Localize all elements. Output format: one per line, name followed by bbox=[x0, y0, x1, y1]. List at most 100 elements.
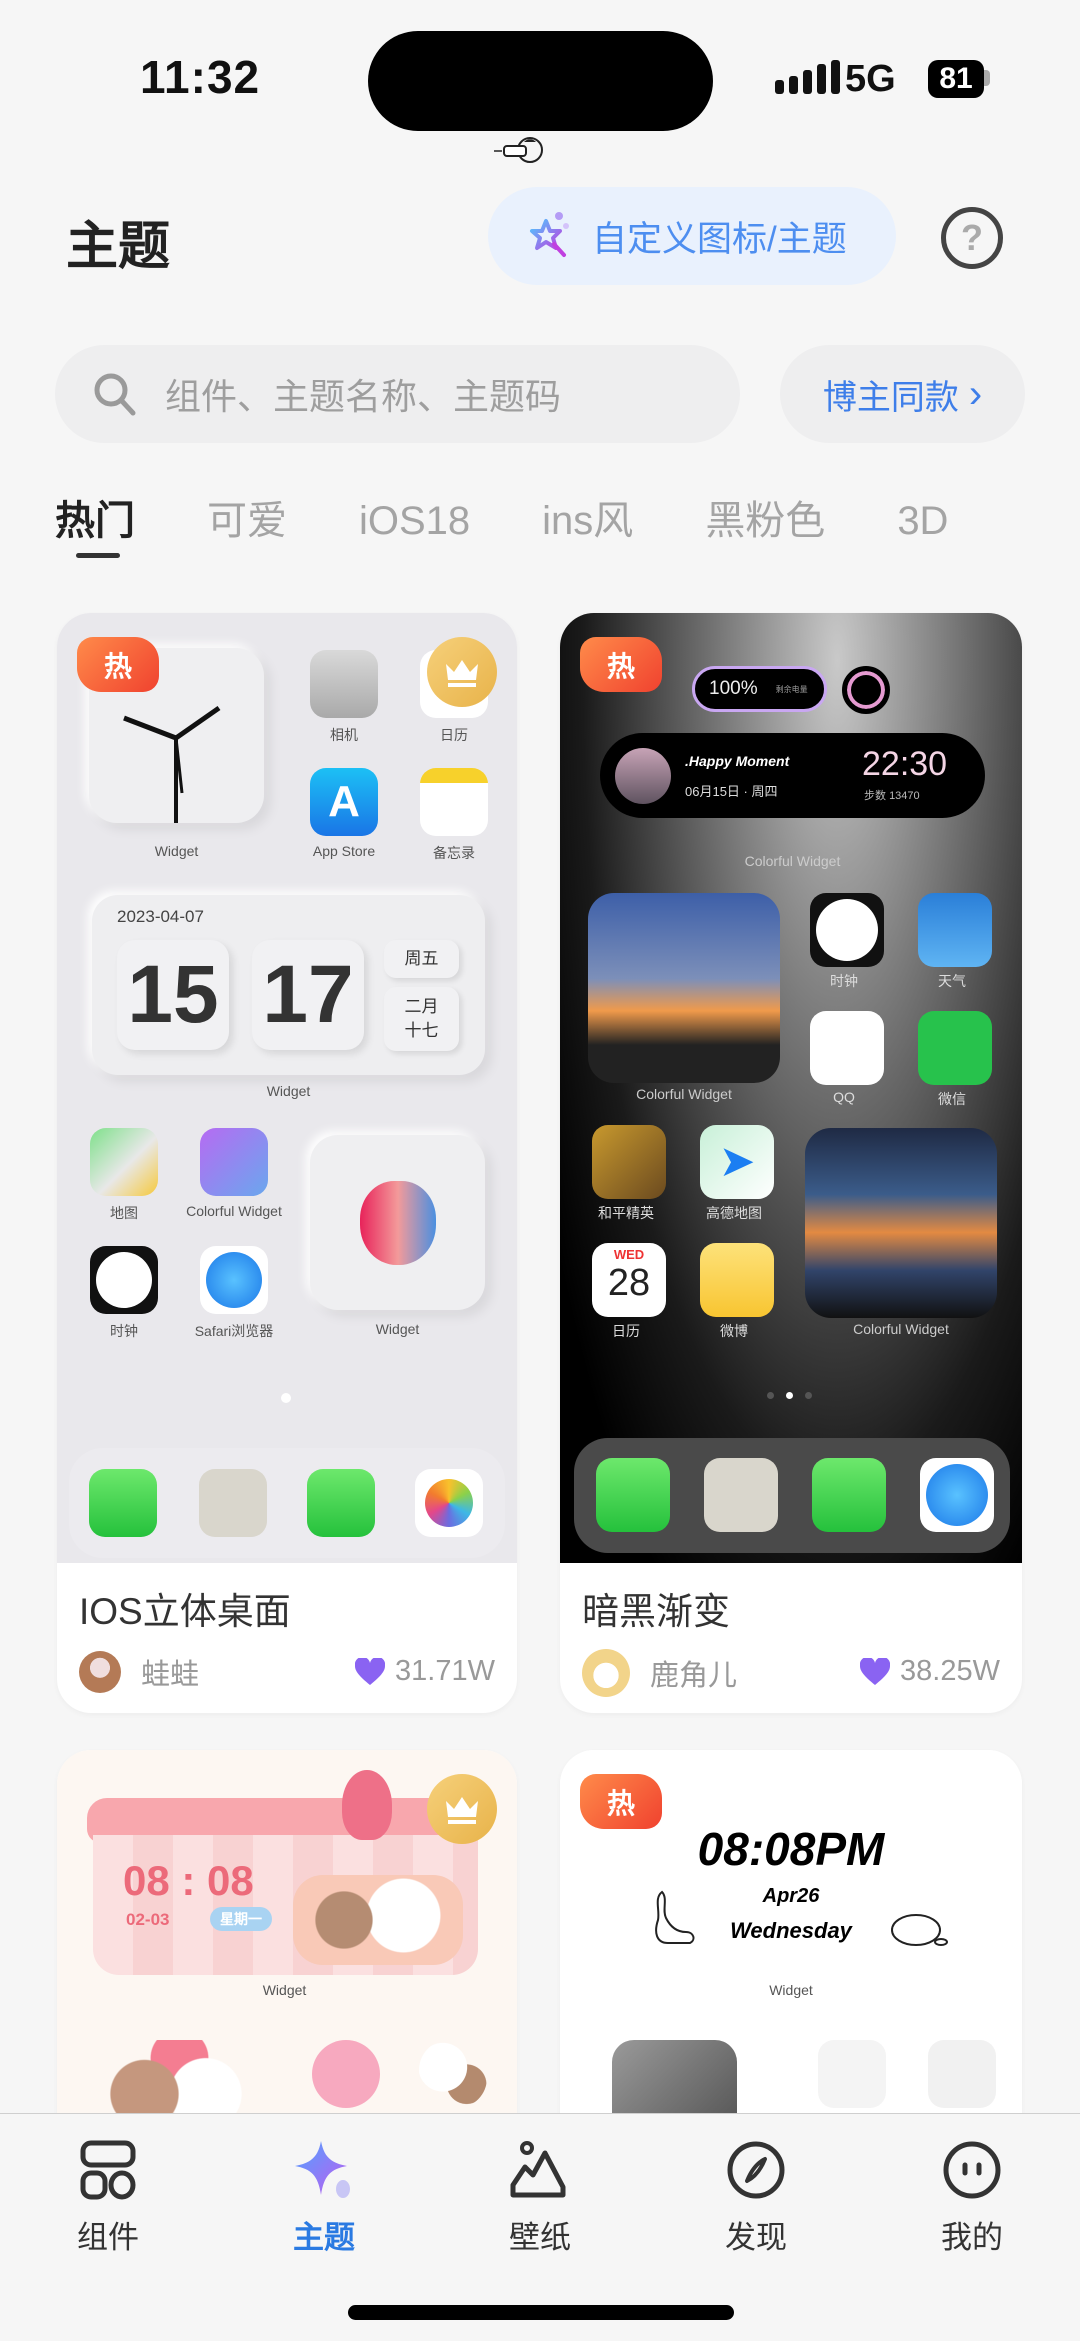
face-icon bbox=[943, 2141, 1001, 2199]
messages-app-icon bbox=[812, 1458, 886, 1532]
date-widget: 2023-04-07 15 17 周五 二月 十七 bbox=[92, 895, 485, 1075]
wechat-app-icon bbox=[918, 1011, 992, 1085]
likes[interactable]: 31.71W bbox=[355, 1655, 495, 1688]
crown-icon bbox=[446, 1797, 478, 1824]
app-label: 备忘录 bbox=[433, 845, 475, 861]
maps-app-icon bbox=[90, 1128, 158, 1196]
network-type: 5G bbox=[845, 58, 896, 100]
app-label: 相机 bbox=[330, 727, 358, 743]
tab-ios18[interactable]: iOS18 bbox=[359, 499, 470, 544]
app-label: App Store bbox=[312, 843, 376, 859]
photo-widget bbox=[588, 893, 780, 1083]
colorful-widget-app-icon bbox=[200, 1128, 268, 1196]
nav-label: 组件 bbox=[77, 2220, 139, 2255]
game-app-icon bbox=[592, 1125, 666, 1199]
cute-weekday: 星期一 bbox=[210, 1907, 272, 1931]
weibo-app-icon bbox=[700, 1243, 774, 1317]
calendar-app-icon: WED 28 bbox=[592, 1243, 666, 1317]
likes-count: 31.71W bbox=[395, 1655, 495, 1687]
avatar bbox=[79, 1651, 121, 1693]
widget-label: Widget bbox=[266, 1083, 311, 1099]
theme-card[interactable]: Widget 相机 日历 A App Store 备忘录 2023-04-07 … bbox=[57, 613, 517, 1713]
signal-icon bbox=[775, 60, 840, 94]
search-placeholder: 组件、主题名称、主题码 bbox=[165, 376, 562, 417]
battery-widget: 100% 剩余电量 bbox=[692, 666, 827, 712]
tab-ins[interactable]: ins风 bbox=[542, 488, 633, 546]
status-time: 11:32 bbox=[140, 51, 261, 103]
camera-app-icon bbox=[310, 650, 378, 718]
card-title: 暗黑渐变 bbox=[582, 1591, 730, 1632]
app-label: 天气 bbox=[938, 973, 966, 989]
widget-label: Widget bbox=[262, 1982, 307, 1998]
hot-badge: 热 bbox=[580, 637, 662, 692]
battery-icon: 81 bbox=[928, 60, 984, 98]
likes[interactable]: 38.25W bbox=[860, 1655, 1000, 1688]
cute-date: 02-03 bbox=[126, 1910, 170, 1929]
contacts-app-icon bbox=[704, 1458, 778, 1532]
app-label: 微信 bbox=[938, 1091, 966, 1107]
qq-app-icon bbox=[810, 1011, 884, 1085]
steps-label: 步数 bbox=[864, 790, 886, 802]
author: 鹿角儿 bbox=[582, 1649, 737, 1697]
notes-app-icon bbox=[420, 768, 488, 836]
widget-label: Colorful Widget bbox=[853, 1321, 949, 1337]
tab-black-pink[interactable]: 黑粉色 bbox=[705, 488, 825, 546]
tab-hot[interactable]: 热门 bbox=[55, 488, 135, 546]
nav-widgets[interactable]: 组件 bbox=[38, 2134, 178, 2257]
clock-app-icon bbox=[810, 893, 884, 967]
app-label: 日历 bbox=[440, 727, 468, 743]
theme-card[interactable]: 100% 剩余电量 .Happy Moment 06月15日 · 周四 22:3… bbox=[560, 613, 1022, 1713]
nav-profile[interactable]: 我的 bbox=[902, 2134, 1042, 2257]
custom-icon-theme-label: 自定义图标/主题 bbox=[592, 219, 847, 259]
cat-stretching-icon bbox=[655, 1890, 695, 1944]
mountain-icon bbox=[510, 2141, 566, 2198]
help-button[interactable]: ? bbox=[941, 207, 1003, 269]
author-name: 蛙蛙 bbox=[141, 1659, 200, 1691]
clock-app-icon bbox=[90, 1246, 158, 1314]
sparkle-icon bbox=[295, 2141, 350, 2198]
search-input[interactable]: 组件、主题名称、主题码 bbox=[55, 345, 740, 443]
likes-count: 38.25W bbox=[900, 1655, 1000, 1687]
widget-minute: 17 bbox=[252, 940, 364, 1050]
widget-label: Colorful Widget bbox=[636, 1086, 732, 1102]
app-label: Safari浏览器 bbox=[194, 1323, 274, 1339]
magic-star-icon bbox=[530, 212, 569, 257]
nav-themes[interactable]: 主题 bbox=[254, 2134, 394, 2257]
page-dots bbox=[281, 1393, 291, 1403]
phone-app-icon bbox=[89, 1469, 157, 1537]
moment-date: 06月15日 · 周四 bbox=[685, 784, 778, 799]
page-dots bbox=[767, 1392, 812, 1399]
nav-label: 壁纸 bbox=[509, 2220, 571, 2255]
blogger-same-label: 博主同款 bbox=[822, 378, 959, 417]
chevron-right-icon: › bbox=[968, 371, 983, 416]
avatar bbox=[582, 1649, 630, 1697]
compass-icon bbox=[727, 2141, 785, 2199]
custom-icon-theme-button[interactable]: 自定义图标/主题 bbox=[488, 187, 896, 285]
app-label: Colorful Widget bbox=[186, 1203, 282, 1219]
battery-percent: 100% bbox=[709, 678, 758, 699]
calendar-date: 28 bbox=[607, 1262, 651, 1304]
app-label: 地图 bbox=[110, 1205, 138, 1221]
app-label: 时钟 bbox=[110, 1323, 138, 1339]
moment-time: 22:30 bbox=[862, 745, 948, 783]
tab-3d[interactable]: 3D bbox=[897, 499, 948, 544]
dock bbox=[574, 1438, 1010, 1553]
card-title: IOS立体桌面 bbox=[79, 1591, 291, 1632]
app-label: 日历 bbox=[612, 1323, 640, 1339]
widget-label: Widget bbox=[154, 843, 199, 859]
battery-label: 剩余电量 bbox=[775, 684, 808, 694]
clock-time: 08:08PM bbox=[697, 1823, 885, 1875]
photos-app-icon bbox=[415, 1469, 483, 1537]
home-indicator[interactable] bbox=[348, 2305, 734, 2320]
widget-label: Widget bbox=[769, 1982, 813, 1998]
lunar-day: 十七 bbox=[404, 1021, 439, 1040]
clock-weekday: Wednesday bbox=[730, 1918, 852, 1943]
widget-hour: 15 bbox=[117, 940, 229, 1050]
dynamic-island bbox=[368, 31, 713, 131]
cat-round-icon bbox=[891, 1914, 948, 1946]
tab-cute[interactable]: 可爱 bbox=[207, 488, 287, 546]
widget-label: Colorful Widget bbox=[744, 853, 841, 869]
blogger-same-button[interactable]: 博主同款 › bbox=[780, 345, 1025, 443]
nav-wallpapers[interactable]: 壁纸 bbox=[470, 2134, 610, 2257]
nav-discover[interactable]: 发现 bbox=[686, 2134, 826, 2257]
